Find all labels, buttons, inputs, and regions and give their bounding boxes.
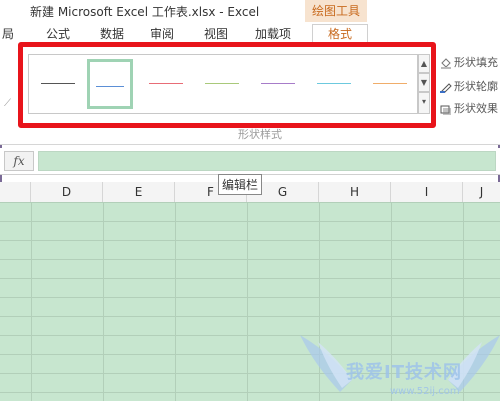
title-bar: 新建 Microsoft Excel 工作表.xlsx - Excel 绘图工具 <box>0 0 500 22</box>
window-title: 新建 Microsoft Excel 工作表.xlsx - Excel <box>30 5 260 19</box>
column-header-j[interactable]: J <box>463 182 500 202</box>
column-header-e[interactable]: E <box>103 182 175 202</box>
pencil-outline-icon <box>440 82 452 93</box>
shape-fill-button[interactable]: 形状填充 <box>440 54 498 70</box>
formula-input[interactable] <box>38 151 496 171</box>
shape-outline-button[interactable]: 形状轮廓 <box>440 78 498 94</box>
select-all-corner[interactable] <box>0 182 31 202</box>
watermark-text: 我爱IT技术网 <box>346 362 462 383</box>
column-header-d[interactable]: D <box>31 182 103 202</box>
watermark-url: www.52ij.com <box>390 386 460 397</box>
paint-bucket-icon <box>440 57 452 69</box>
shape-effects-icon <box>440 104 452 115</box>
tab-page-layout[interactable]: 局 <box>2 25 14 45</box>
shape-effects-label: 形状效果 <box>454 102 498 115</box>
column-header-i[interactable]: I <box>391 182 463 202</box>
site-watermark: 我爱IT技术网 www.52ij.com <box>300 330 500 401</box>
drawing-tools-context-label: 绘图工具 <box>305 0 367 22</box>
ribbon-left-edge-icon: ⟋ <box>4 98 11 109</box>
formula-bar: fx <box>0 148 500 175</box>
insert-function-button[interactable]: fx <box>4 151 34 171</box>
column-header-h[interactable]: H <box>319 182 391 202</box>
shape-effects-button[interactable]: 形状效果 <box>440 100 498 116</box>
shape-styles-group-label: 形状样式 <box>238 128 282 141</box>
formula-bar-tooltip: 编辑栏 <box>218 174 263 195</box>
shape-outline-label: 形状轮廓 <box>454 80 498 93</box>
shape-fill-label: 形状填充 <box>454 56 498 69</box>
red-annotation-rectangle <box>18 42 436 128</box>
